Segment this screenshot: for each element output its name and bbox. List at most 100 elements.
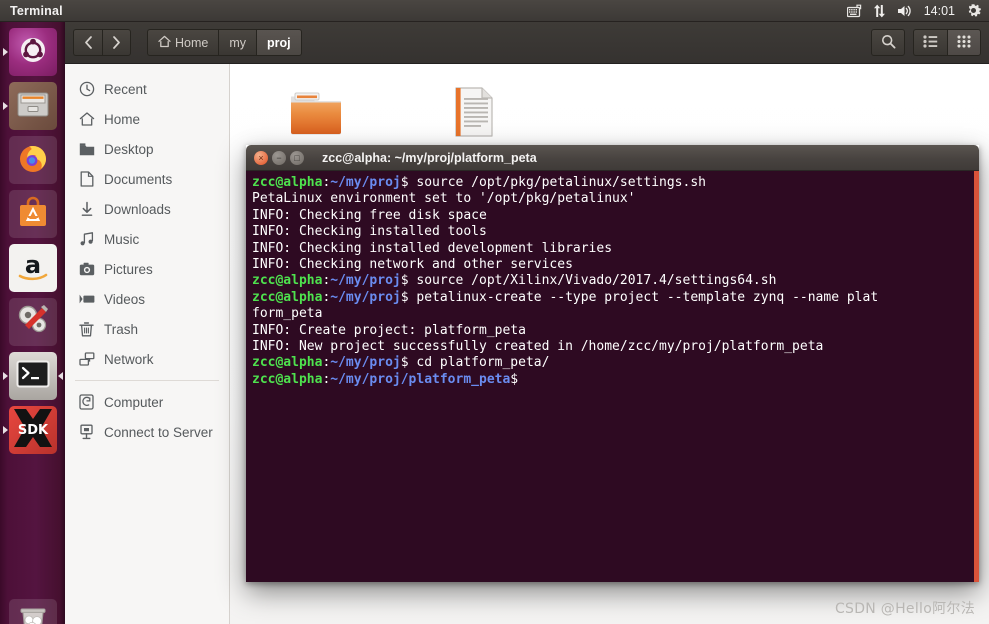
sidebar-item-label: Music bbox=[104, 231, 140, 247]
svg-text:a: a bbox=[24, 251, 40, 279]
terminal-segment: zcc@alpha bbox=[252, 355, 323, 371]
music-icon bbox=[78, 231, 95, 248]
sidebar-item-label: Documents bbox=[104, 171, 173, 187]
terminal-line: PetaLinux environment set to '/opt/pkg/p… bbox=[252, 191, 979, 207]
terminal-body[interactable]: zcc@alpha:~/my/proj$ source /opt/pkg/pet… bbox=[246, 171, 979, 582]
terminal-line: INFO: New project successfully created i… bbox=[252, 339, 979, 355]
svg-text:SDK: SDK bbox=[17, 423, 48, 438]
sidebar-item-label: Connect to Server bbox=[104, 424, 213, 440]
view-mode-buttons bbox=[913, 29, 981, 56]
sidebar-item-music[interactable]: Music bbox=[65, 224, 229, 254]
sidebar-item-label: Home bbox=[104, 111, 141, 127]
sidebar-item-network[interactable]: Network bbox=[65, 344, 229, 374]
file-manager-toolbar: Home my proj bbox=[65, 22, 989, 64]
close-button[interactable]: × bbox=[254, 150, 268, 165]
sidebar-item-computer[interactable]: Computer bbox=[65, 387, 229, 417]
grid-view-icon bbox=[957, 34, 971, 51]
terminal-line: INFO: Checking network and other service… bbox=[252, 257, 979, 273]
breadcrumb-item-proj[interactable]: proj bbox=[256, 29, 302, 56]
panel-indicators: 14:01 bbox=[846, 3, 989, 18]
software-bag-icon bbox=[17, 196, 49, 233]
grid-view-button[interactable] bbox=[947, 29, 981, 56]
sidebar-item-label: Recent bbox=[104, 81, 147, 97]
terminal-titlebar[interactable]: × − □ zcc@alpha: ~/my/proj/platform_peta bbox=[246, 145, 979, 171]
document-icon bbox=[78, 171, 95, 188]
terminal-segment: $ source /opt/pkg/petalinux/settings.sh bbox=[400, 175, 706, 190]
sidebar-item-trash[interactable]: Trash bbox=[65, 314, 229, 344]
trash-icon bbox=[16, 603, 50, 624]
terminal-line: zcc@alpha:~/my/proj$ petalinux-create --… bbox=[252, 290, 979, 306]
gear-icon[interactable] bbox=[966, 3, 981, 18]
sdk-icon: SDK bbox=[10, 405, 56, 456]
sidebar-item-home[interactable]: Home bbox=[65, 104, 229, 134]
terminal-segment: INFO: Checking free disk space bbox=[252, 207, 487, 223]
launcher-item-files[interactable] bbox=[2, 82, 57, 130]
breadcrumb-item-my[interactable]: my bbox=[218, 29, 257, 56]
sidebar-item-recent[interactable]: Recent bbox=[65, 74, 229, 104]
sidebar-item-connect-to-server[interactable]: Connect to Server bbox=[65, 417, 229, 447]
running-indicator bbox=[2, 102, 8, 110]
terminal-line: form_peta bbox=[252, 306, 979, 322]
terminal-output: zcc@alpha:~/my/proj$ source /opt/pkg/pet… bbox=[249, 175, 979, 388]
running-indicator bbox=[2, 48, 8, 56]
volume-icon[interactable] bbox=[897, 4, 913, 18]
breadcrumb-item-home[interactable]: Home bbox=[147, 29, 219, 56]
breadcrumb-label: proj bbox=[267, 35, 291, 50]
terminal-line: INFO: Create project: platform_peta bbox=[252, 323, 979, 339]
back-button[interactable] bbox=[73, 29, 102, 56]
document-icon bbox=[418, 80, 530, 138]
launcher-item-terminal[interactable] bbox=[2, 352, 63, 400]
sidebar-item-label: Downloads bbox=[104, 201, 171, 217]
folder-icon bbox=[260, 80, 372, 138]
terminal-segment: zcc@alpha bbox=[252, 371, 323, 387]
forward-button[interactable] bbox=[102, 29, 131, 56]
sidebar-item-pictures[interactable]: Pictures bbox=[65, 254, 229, 284]
running-indicator bbox=[2, 372, 8, 380]
list-view-button[interactable] bbox=[913, 29, 947, 56]
home-icon bbox=[158, 35, 171, 51]
terminal-line: zcc@alpha:~/my/proj/platform_peta$ bbox=[252, 372, 979, 388]
terminal-scrollbar[interactable] bbox=[974, 171, 979, 582]
sidebar-item-label: Pictures bbox=[104, 261, 153, 277]
panel-app-name[interactable]: Terminal bbox=[10, 4, 63, 18]
maximize-button[interactable]: □ bbox=[290, 150, 304, 165]
launcher-item-amazon[interactable]: a bbox=[8, 244, 57, 292]
launcher-item-system-settings[interactable] bbox=[8, 298, 57, 346]
terminal-line: INFO: Checking free disk space bbox=[252, 208, 979, 224]
keyboard-input-icon[interactable] bbox=[846, 4, 862, 18]
focused-indicator bbox=[57, 372, 63, 380]
folder-icon bbox=[78, 141, 95, 158]
sidebar-item-desktop[interactable]: Desktop bbox=[65, 134, 229, 164]
sidebar-item-videos[interactable]: Videos bbox=[65, 284, 229, 314]
launcher-item-ubuntu-dash[interactable] bbox=[2, 28, 57, 76]
launcher-item-ubuntu-software[interactable] bbox=[8, 190, 57, 238]
terminal-segment: zcc@alpha bbox=[252, 289, 323, 305]
launcher-item-sdk[interactable]: SDK bbox=[2, 405, 57, 456]
terminal-segment: zcc@alpha bbox=[252, 273, 323, 289]
search-button[interactable] bbox=[871, 29, 905, 56]
sidebar-item-label: Network bbox=[104, 351, 154, 367]
launcher-item-trash[interactable] bbox=[8, 599, 57, 624]
video-icon bbox=[78, 291, 95, 308]
terminal-segment: INFO: Checking network and other service… bbox=[252, 257, 573, 273]
navigation-buttons bbox=[73, 29, 131, 56]
server-icon bbox=[78, 424, 95, 441]
breadcrumb-label: Home bbox=[175, 35, 209, 50]
list-view-icon bbox=[923, 34, 938, 51]
network-icon[interactable] bbox=[873, 4, 886, 18]
terminal-line: INFO: Checking installed tools bbox=[252, 224, 979, 240]
minimize-button[interactable]: − bbox=[272, 150, 286, 165]
scrollbar-thumb[interactable] bbox=[974, 171, 979, 582]
terminal-title: zcc@alpha: ~/my/proj/platform_peta bbox=[322, 150, 537, 165]
launcher-item-firefox[interactable] bbox=[8, 136, 57, 184]
terminal-line: zcc@alpha:~/my/proj$ source /opt/Xilinx/… bbox=[252, 273, 979, 289]
search-icon bbox=[881, 34, 896, 52]
sidebar-item-downloads[interactable]: Downloads bbox=[65, 194, 229, 224]
network-icon bbox=[78, 351, 95, 368]
panel-clock[interactable]: 14:01 bbox=[924, 4, 955, 18]
terminal-segment: form_peta bbox=[252, 306, 323, 322]
unity-launcher: a SDK bbox=[0, 22, 65, 624]
terminal-segment: $ petalinux-create --type project --temp… bbox=[400, 289, 879, 305]
sidebar-item-documents[interactable]: Documents bbox=[65, 164, 229, 194]
home-icon bbox=[78, 111, 95, 128]
